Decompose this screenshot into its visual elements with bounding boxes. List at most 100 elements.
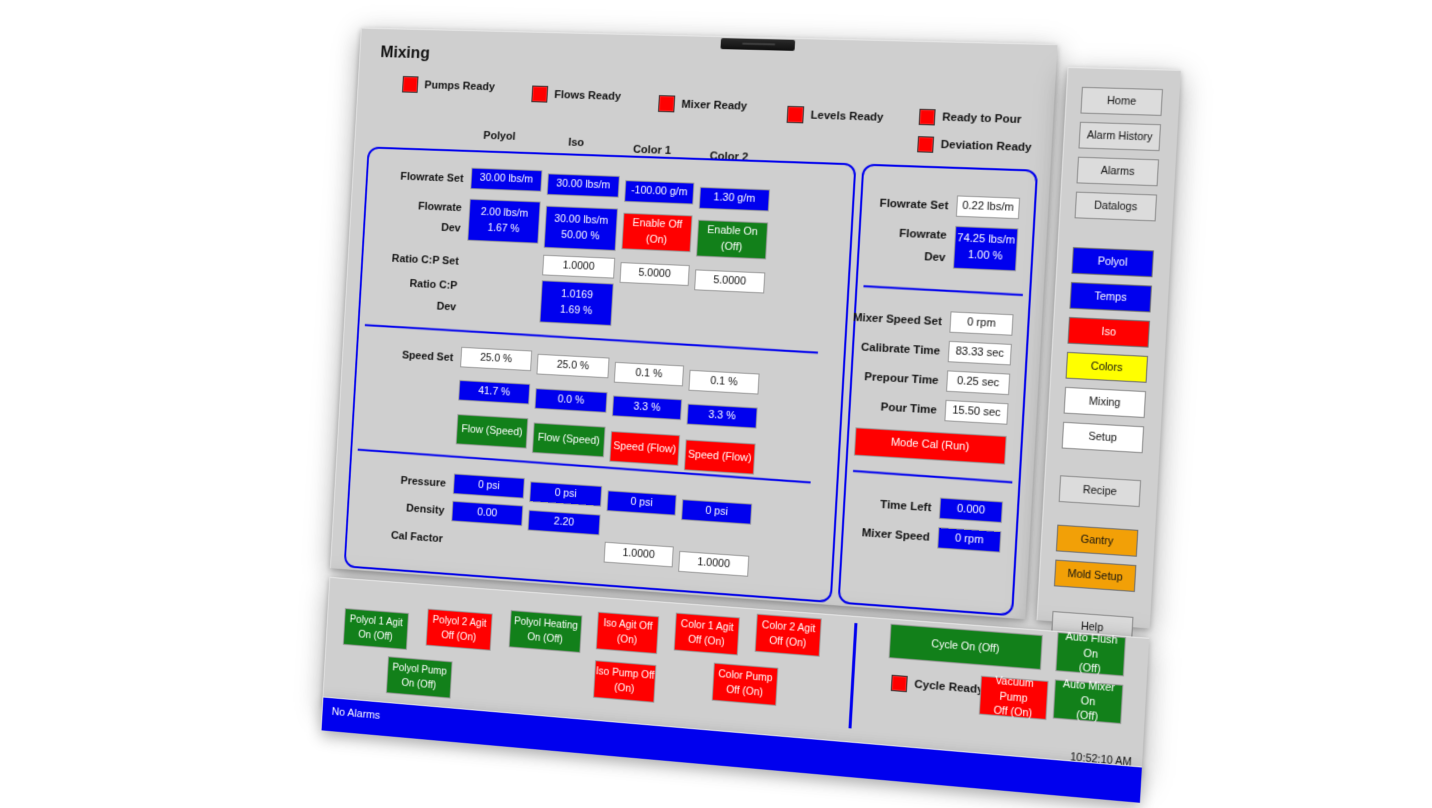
value-density-iso: 2.20 bbox=[553, 514, 574, 531]
field-flowrate-set-color1[interactable]: -100.00 g/m bbox=[624, 180, 694, 204]
field-calibrate-time[interactable]: 83.33 sec bbox=[948, 341, 1012, 366]
sidebar-label-polyol: Polyol bbox=[1097, 255, 1127, 269]
sidebar-item-mold-setup[interactable]: Mold Setup bbox=[1054, 560, 1136, 592]
sidebar-item-datalogs[interactable]: Datalogs bbox=[1075, 192, 1158, 222]
field-flowrate-set-polyol[interactable]: 30.00 lbs/m bbox=[470, 168, 542, 192]
label-speed-mode-iso: Flow (Speed) bbox=[537, 430, 600, 449]
value-mixer-speed-set: 0 rpm bbox=[967, 315, 996, 333]
field-flowrate-iso[interactable]: 30.00 lbs/m 50.00 % bbox=[544, 206, 618, 251]
sidebar-label-alarm-history: Alarm History bbox=[1087, 129, 1153, 143]
column-header-polyol: Polyol bbox=[462, 129, 537, 143]
button-iso-pump[interactable]: Iso Pump Off (On) bbox=[593, 660, 656, 703]
field-mixer-speed[interactable]: 0 rpm bbox=[937, 527, 1001, 553]
button-polyol-1-agit[interactable]: Polyol 1 Agit On (Off) bbox=[343, 608, 409, 650]
button-speed-mode-color1[interactable]: Speed (Flow) bbox=[609, 431, 680, 466]
value-ratio-cp-set-color2: 5.0000 bbox=[713, 273, 747, 290]
value-flowrate-set-color1: -100.00 g/m bbox=[631, 183, 688, 201]
sidebar-item-polyol[interactable]: Polyol bbox=[1071, 247, 1154, 277]
levels-ready-indicator-icon bbox=[787, 106, 805, 124]
value-speed-set-color1: 0.1 % bbox=[635, 365, 663, 382]
field-speed-actual-color2[interactable]: 3.3 % bbox=[687, 404, 758, 429]
value-ratio-cp-dev-iso: 1.69 % bbox=[559, 302, 592, 319]
sidebar-label-colors: Colors bbox=[1091, 360, 1123, 374]
button-iso-agit[interactable]: Iso Agit Off (On) bbox=[596, 612, 659, 654]
button-enable-color2[interactable]: Enable On (Off) bbox=[696, 220, 768, 260]
ready-to-pour-label: Ready to Pour bbox=[942, 111, 1022, 126]
sidebar-label-datalogs: Datalogs bbox=[1094, 199, 1138, 213]
value-flowrate-set-polyol: 30.00 lbs/m bbox=[479, 171, 533, 189]
button-vacuum-pump[interactable]: Vacuum Pump Off (On) bbox=[979, 676, 1049, 720]
levels-ready-label: Levels Ready bbox=[810, 109, 884, 123]
status-lamp-cycle-ready: Cycle Ready bbox=[891, 675, 984, 699]
button-cycle[interactable]: Cycle On (Off) bbox=[889, 624, 1043, 670]
field-prepour-time[interactable]: 0.25 sec bbox=[946, 370, 1010, 395]
ready-to-pour-indicator-icon bbox=[919, 109, 936, 126]
button-color-2-agit[interactable]: Color 2 Agit Off (On) bbox=[755, 614, 822, 657]
value-cal-factor-color1: 1.0000 bbox=[622, 545, 655, 563]
label-auto-mixer-line2: (Off) bbox=[1076, 708, 1098, 725]
value-calibrate-time: 83.33 sec bbox=[955, 344, 1004, 363]
field-ratio-cp-set-color1[interactable]: 5.0000 bbox=[620, 262, 690, 286]
field-mixer-speed-set[interactable]: 0 rpm bbox=[949, 311, 1013, 335]
button-polyol-heating[interactable]: Polyol Heating On (Off) bbox=[509, 610, 583, 653]
sidebar-label-gantry: Gantry bbox=[1080, 533, 1113, 548]
field-time-left[interactable]: 0.000 bbox=[939, 498, 1003, 523]
sidebar-item-gantry[interactable]: Gantry bbox=[1056, 525, 1138, 557]
sidebar-label-iso: Iso bbox=[1101, 326, 1116, 339]
label-polyol-2-agit-line2: Off (On) bbox=[441, 628, 477, 645]
button-speed-mode-iso[interactable]: Flow (Speed) bbox=[532, 422, 606, 457]
field-speed-actual-polyol[interactable]: 41.7 % bbox=[458, 380, 530, 405]
sidebar-item-home[interactable]: Home bbox=[1080, 87, 1163, 116]
field-speed-set-color1[interactable]: 0.1 % bbox=[614, 362, 684, 387]
button-color-pump[interactable]: Color Pump Off (On) bbox=[712, 663, 779, 706]
value-speed-set-iso: 25.0 % bbox=[556, 357, 589, 374]
label-color-pump-line2: Off (On) bbox=[726, 683, 764, 701]
button-speed-mode-polyol[interactable]: Flow (Speed) bbox=[456, 414, 529, 449]
field-speed-set-iso[interactable]: 25.0 % bbox=[536, 354, 609, 379]
status-lamp-deviation-ready: Deviation Ready bbox=[917, 136, 1032, 156]
field-speed-actual-iso[interactable]: 0.0 % bbox=[534, 388, 607, 413]
label-vacuum-pump-line2: Off (On) bbox=[993, 704, 1033, 722]
label-color-1-agit-line2: Off (On) bbox=[688, 633, 725, 651]
field-flowrate-set-color2[interactable]: 1.30 g/m bbox=[699, 187, 770, 212]
field-mixer-flowrate-set[interactable]: 0.22 lbs/m bbox=[956, 195, 1020, 219]
status-lamp-ready-to-pour: Ready to Pour bbox=[919, 109, 1022, 128]
sidebar-item-mixing[interactable]: Mixing bbox=[1064, 387, 1147, 418]
alarm-message: No Alarms bbox=[331, 706, 380, 722]
value-pressure-color2: 0 psi bbox=[705, 503, 728, 520]
button-polyol-2-agit[interactable]: Polyol 2 Agit Off (On) bbox=[426, 609, 493, 651]
sidebar-item-alarms[interactable]: Alarms bbox=[1076, 157, 1159, 187]
sidebar-item-iso[interactable]: Iso bbox=[1068, 317, 1151, 348]
sidebar-item-temps[interactable]: Temps bbox=[1069, 282, 1152, 312]
mixer-ready-indicator-icon bbox=[658, 95, 675, 112]
field-mixer-flowrate[interactable]: 74.25 lbs/m 1.00 % bbox=[953, 226, 1018, 271]
value-ratio-cp-iso: 1.0169 bbox=[561, 287, 594, 304]
sidebar-item-colors[interactable]: Colors bbox=[1066, 352, 1149, 383]
field-flowrate-polyol[interactable]: 2.00 lbs/m 1.67 % bbox=[467, 199, 540, 244]
button-auto-flush[interactable]: Auto Flush On (Off) bbox=[1055, 632, 1126, 676]
field-ratio-cp-set-iso[interactable]: 1.0000 bbox=[542, 255, 615, 279]
field-flowrate-set-iso[interactable]: 30.00 lbs/m bbox=[547, 173, 620, 197]
sidebar-item-setup[interactable]: Setup bbox=[1062, 422, 1145, 453]
button-enable-color1[interactable]: Enable Off (On) bbox=[621, 213, 692, 253]
value-speed-actual-polyol: 41.7 % bbox=[478, 384, 511, 401]
button-color-1-agit[interactable]: Color 1 Agit Off (On) bbox=[674, 613, 740, 656]
sidebar-item-alarm-history[interactable]: Alarm History bbox=[1078, 122, 1161, 151]
field-ratio-cp-iso[interactable]: 1.0169 1.69 % bbox=[539, 280, 613, 326]
value-pressure-iso: 0 psi bbox=[554, 485, 577, 502]
flows-ready-label: Flows Ready bbox=[554, 89, 621, 103]
sidebar-label-mixing: Mixing bbox=[1089, 395, 1121, 409]
sidebar-label-alarms: Alarms bbox=[1100, 165, 1135, 179]
field-ratio-cp-set-color2[interactable]: 5.0000 bbox=[694, 269, 765, 293]
screenshot-root: Mixing Pumps Ready Flows Ready Mixer Rea… bbox=[0, 0, 1432, 808]
field-speed-set-polyol[interactable]: 25.0 % bbox=[460, 347, 532, 371]
sidebar-item-recipe[interactable]: Recipe bbox=[1059, 475, 1141, 507]
field-speed-set-color2[interactable]: 0.1 % bbox=[688, 370, 759, 395]
label-speed-mode-color1: Speed (Flow) bbox=[613, 439, 677, 459]
button-auto-mixer[interactable]: Auto Mixer On (Off) bbox=[1053, 679, 1124, 724]
button-polyol-pump[interactable]: Polyol Pump On (Off) bbox=[386, 656, 453, 698]
field-speed-actual-color1[interactable]: 3.3 % bbox=[612, 395, 682, 420]
button-speed-mode-color2[interactable]: Speed (Flow) bbox=[684, 439, 756, 474]
main-screen-panel: Mixing Pumps Ready Flows Ready Mixer Rea… bbox=[330, 28, 1058, 620]
field-pour-time[interactable]: 15.50 sec bbox=[944, 400, 1008, 425]
